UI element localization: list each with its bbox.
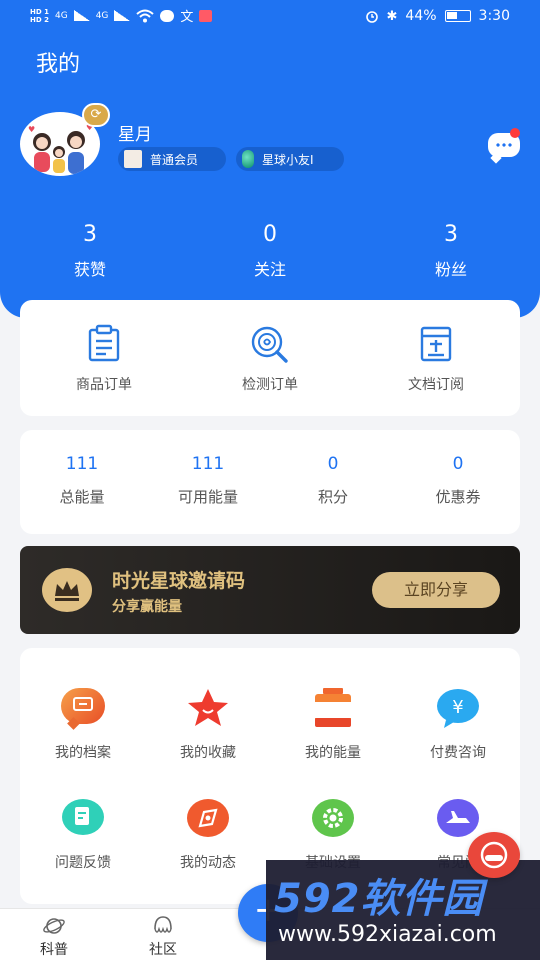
star-icon <box>186 688 230 728</box>
available-energy[interactable]: 111 可用能量 <box>158 454 258 507</box>
watermark-title: 592软件园 <box>274 876 484 922</box>
headset-icon <box>480 841 508 869</box>
inspection-orders-button[interactable]: 检测订单 <box>210 324 330 394</box>
stat-value: 3 <box>444 222 458 247</box>
energy-card: 111 总能量 111 可用能量 0 积分 0 优惠券 <box>20 430 520 534</box>
message-notification-icon <box>160 9 175 22</box>
network-label-2: 4G <box>95 10 109 21</box>
my-profile-archive-button[interactable]: 我的档案 <box>28 688 138 762</box>
my-posts-button[interactable]: 我的动态 <box>153 798 263 872</box>
clock: 3:30 <box>478 8 510 24</box>
planet-level-label: 星球小友I <box>262 152 314 167</box>
orders-card: 商品订单 检测订单 文档订阅 <box>20 300 520 416</box>
svg-text:♥: ♥ <box>28 125 35 134</box>
clipboard-icon <box>88 324 120 362</box>
energy-value: 0 <box>327 454 339 474</box>
battery-icon <box>444 10 471 22</box>
gear-icon <box>311 798 355 838</box>
invite-banner[interactable]: 时光星球邀请码 分享赢能量 立即分享 <box>20 546 520 634</box>
magnifier-icon <box>251 326 288 363</box>
username: 星月 <box>118 125 152 145</box>
grid-label: 我的动态 <box>180 855 236 871</box>
total-energy[interactable]: 111 总能量 <box>32 454 132 507</box>
member-avatar-icon <box>124 150 142 168</box>
planet-level-tag[interactable]: 星球小友I <box>236 147 344 171</box>
grid-label: 我的收藏 <box>180 745 236 761</box>
tab-science[interactable]: 科普 <box>24 915 84 959</box>
crown-icon <box>42 568 92 612</box>
paid-consultation-button[interactable]: ¥ 付费咨询 <box>403 688 513 762</box>
translate-icon: 文 <box>180 10 194 25</box>
stat-label: 获赞 <box>73 260 106 279</box>
energy-value: 111 <box>65 454 99 474</box>
octopus-icon <box>154 916 172 933</box>
document-icon <box>420 326 452 362</box>
stat-value: 0 <box>263 222 277 247</box>
energy-label: 积分 <box>317 488 348 506</box>
invite-subtitle: 分享赢能量 <box>112 599 182 615</box>
stat-following[interactable]: 0 关注 <box>225 222 315 280</box>
battery-icon <box>311 688 355 728</box>
tab-label: 科普 <box>40 942 68 958</box>
page-title: 我的 <box>36 52 81 77</box>
refresh-icon[interactable]: ⟳ <box>82 103 110 127</box>
tab-community[interactable]: 社区 <box>133 915 193 959</box>
energy-value: 111 <box>191 454 225 474</box>
grid-label: 问题反馈 <box>55 855 111 871</box>
order-label: 检测订单 <box>242 377 298 393</box>
signal-icon <box>73 10 90 21</box>
stat-likes[interactable]: 3 获赞 <box>45 222 135 280</box>
stat-label: 关注 <box>253 260 286 279</box>
member-level-tag[interactable]: 普通会员 <box>118 147 226 171</box>
stat-fans[interactable]: 3 粉丝 <box>406 222 496 280</box>
app-notification-icon <box>199 9 213 22</box>
watermark-url: www.592xiazai.com <box>278 922 497 947</box>
document-subscription-button[interactable]: 文档订阅 <box>376 324 496 394</box>
order-label: 商品订单 <box>76 377 132 393</box>
share-now-button[interactable]: 立即分享 <box>372 572 500 608</box>
energy-label: 优惠券 <box>435 488 481 506</box>
stat-value: 3 <box>83 222 97 247</box>
customer-service-button[interactable] <box>468 832 520 878</box>
wifi-icon <box>136 9 155 22</box>
status-bar: HD 1 HD 2 4G 4G 文 ✱ 44% 3:30 <box>0 0 540 34</box>
my-energy-button[interactable]: 我的能量 <box>278 688 388 762</box>
points[interactable]: 0 积分 <box>283 454 383 507</box>
my-favorites-button[interactable]: 我的收藏 <box>153 688 263 762</box>
grid-label: 我的能量 <box>305 745 361 761</box>
alarm-icon <box>365 11 378 23</box>
battery-percent: 44% <box>405 8 437 24</box>
product-orders-button[interactable]: 商品订单 <box>44 324 164 394</box>
member-level-label: 普通会员 <box>150 152 199 167</box>
compass-icon <box>186 798 230 838</box>
bluetooth-icon: ✱ <box>386 8 398 24</box>
energy-label: 可用能量 <box>177 488 238 506</box>
grid-label: 我的档案 <box>55 745 111 761</box>
stat-label: 粉丝 <box>434 260 467 279</box>
energy-value: 0 <box>452 454 464 474</box>
tab-label: 社区 <box>149 942 177 958</box>
unread-badge <box>510 128 520 138</box>
sim-indicator: HD 1 HD 2 <box>30 7 49 24</box>
feedback-button[interactable]: 问题反馈 <box>28 798 138 872</box>
coupons[interactable]: 0 优惠券 <box>408 454 508 507</box>
yen-icon: ¥ <box>436 688 480 728</box>
gem-icon <box>242 150 254 168</box>
network-label-1: 4G <box>54 10 68 21</box>
chat-bubble-icon <box>61 688 105 728</box>
order-label: 文档订阅 <box>408 377 464 393</box>
energy-label: 总能量 <box>59 488 105 506</box>
signal-icon <box>114 10 131 21</box>
grid-label: 付费咨询 <box>430 745 486 761</box>
invite-title: 时光星球邀请码 <box>112 570 246 592</box>
svg-text:¥: ¥ <box>452 697 463 718</box>
feedback-icon <box>61 798 105 838</box>
planet-icon <box>43 918 65 934</box>
